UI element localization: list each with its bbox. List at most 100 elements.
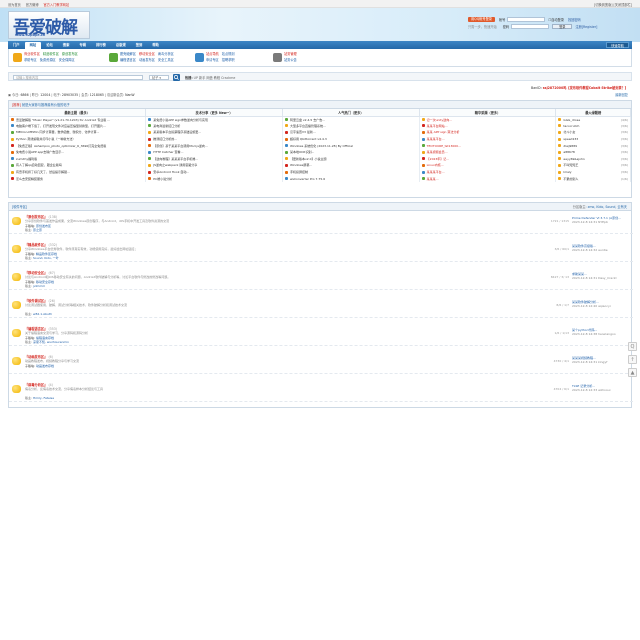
recommend-cell[interactable]: 【更新版本v2.0】小说主题 xyxy=(282,155,420,163)
recommend-cell[interactable]: TEOTOURE_tst13000... xyxy=(419,142,557,149)
ranking-user[interactable]: GGG_drose xyxy=(563,118,580,122)
side-share-icon[interactable]: ↑ xyxy=(628,355,637,364)
register-link[interactable]: 注册[Register] xyxy=(575,24,597,29)
forum-mods-names[interactable]: zmo, Kido, Sound, 云有天 xyxy=(588,205,627,209)
recommend-cell[interactable]: MEIOon.MEWin 同步计算器，数学函数、微积分、化学计算... xyxy=(9,129,147,136)
ranking-cell[interactable]: a88678 (3/6) xyxy=(555,148,631,156)
recommend-col-header[interactable]: 最火绿题榜 xyxy=(555,109,631,117)
recommend-cell[interactable]: zumXhy福利版 xyxy=(9,155,147,163)
recommend-cell[interactable]: 汉字速查V3 最新... xyxy=(282,129,420,136)
sub-link[interactable]: 精品软件区 xyxy=(43,52,59,56)
find-password-link[interactable]: 找回密码 xyxy=(568,17,581,22)
recommend-link[interactable]: 大型多平台直播管理系统... xyxy=(290,124,326,128)
sub-link[interactable]: 动画发布区 xyxy=(139,58,155,62)
hot-search-item[interactable]: 网盘 xyxy=(206,76,212,80)
recommend-link[interactable]: 某电商最新接口分析 xyxy=(153,124,180,128)
recommend-cell[interactable]: Windows 系统优化 (2023.11.28) By Official xyxy=(282,142,420,149)
recommend-link[interactable]: 怎么去安装精装服务 xyxy=(16,177,43,181)
login-button[interactable]: 登录 xyxy=(552,24,573,29)
sub-link[interactable]: 病毒分析区 xyxy=(158,52,174,56)
recommend-cell[interactable]: 电脑客户端下载了，打开发现文件对应是压缩型替换型，打开图片... xyxy=(9,122,147,130)
recommend-link[interactable]: Python 离线编辑并打印小说（一种新方法） xyxy=(16,137,75,141)
recommend-cell[interactable]: 超好用 Qbittorrent v4.4.3 xyxy=(282,135,420,143)
recommend-cell[interactable]: 某某 APP sign 算法分析 xyxy=(419,129,557,136)
qq-login-button[interactable]: 用QQ帐号登录 xyxy=(468,17,495,22)
recommend-link[interactable]: 【免费正版】Ashampoo_photo_optimizer_6_3696打完全… xyxy=(16,144,106,148)
recommend-link[interactable]: HTTP Catcher 查看... xyxy=(153,150,183,154)
recommend-link[interactable]: 【更新版本v2.0】小说主题 xyxy=(290,157,327,161)
ranking-cell[interactable]: GGG_drose (4/6) xyxy=(555,116,631,123)
recommend-link[interactable]: 某某某平台... xyxy=(427,137,445,141)
board-sub-link[interactable]: 原创发布区 xyxy=(36,224,51,228)
board-last-post[interactable]: 某个python代码... 2023-12-8 14:38 herwiangoo xyxy=(572,328,632,336)
site-logo[interactable]: 吾爱破解 www.52pojie.cn xyxy=(8,11,90,39)
nav-portal[interactable]: 门户 xyxy=(8,41,25,49)
recommend-link[interactable]: 吾爱破解版 "Music Player" (v1.21.70.1203) for… xyxy=(16,118,110,122)
newest-member-link[interactable]: NanW xyxy=(125,93,135,97)
ranking-user[interactable]: tacocrutch xyxy=(563,124,579,128)
sub-link[interactable]: 安全工具区 xyxy=(158,58,174,62)
recommend-cell[interactable]: 怎么去安装精装服务 xyxy=(9,175,147,182)
recommend-cell[interactable]: 大型多平台直播管理系统... xyxy=(282,122,420,130)
ranking-user[interactable]: eeyy69&sjohn xyxy=(563,157,584,161)
nav-forum[interactable]: 论坛 xyxy=(41,41,58,49)
recommend-cell[interactable]: JS逆向之webpack 通用思路分享 xyxy=(145,162,283,169)
recommend-cell[interactable]: 某某视频会员... xyxy=(419,148,557,156)
sub-link[interactable]: 求助专区 xyxy=(24,58,37,62)
recommend-link[interactable]: 安卓Android Hook 自动... xyxy=(153,170,189,174)
recommend-link[interactable]: 推测接口分析的... xyxy=(153,137,177,141)
recommend-cell[interactable]: 【逆向教程】某某某平台手机端... xyxy=(145,155,283,163)
recommend-cell[interactable]: 记一次unity逆向... xyxy=(419,116,557,123)
recommend-cell[interactable]: 【2023年】记... xyxy=(419,155,557,163)
recommend-col-header[interactable]: 最新主题（最多） xyxy=(9,109,147,117)
nav-signin[interactable]: 签到 xyxy=(131,41,148,49)
recommend-col-header[interactable]: 人气热门（更多） xyxy=(282,109,420,117)
recommend-link[interactable]: 有人了解qq自动回复，跟企业版吗 xyxy=(16,163,62,167)
username-input[interactable] xyxy=(507,17,546,22)
sub-link[interactable]: 站点导航 xyxy=(206,52,219,56)
board-mod-link[interactable]: w82.1.Abuth xyxy=(33,312,52,316)
nav-site[interactable]: 网站 xyxy=(24,42,42,49)
ranking-cell[interactable]: eeyy69&sjohn (3/6) xyxy=(555,155,631,163)
recommend-link[interactable]: 某某版本平台投票程序基础设施更... xyxy=(153,130,201,134)
recommend-link[interactable]: 记一次unity逆向... xyxy=(427,118,452,122)
recommend-cell[interactable]: 安卓Android Hook 自动... xyxy=(145,168,283,176)
recommend-cell[interactable]: Linux内核... xyxy=(419,162,557,169)
board-last-post[interactable]: 某某某视频教程... 2023-12-8 14:31 kingyf xyxy=(572,356,632,364)
recommend-link[interactable]: 【2023年】记... xyxy=(427,157,450,161)
nav-ranking[interactable]: 排行榜 xyxy=(91,41,111,49)
ranking-cell[interactable]: speed233 (3/6) xyxy=(555,135,631,143)
sub-link[interactable]: 安全保障区 xyxy=(59,58,75,62)
nav-album[interactable]: 专辑 xyxy=(74,41,91,49)
sub-link[interactable]: 站点规则 xyxy=(222,52,235,56)
recommend-cell[interactable]: 某本地OCR识别... xyxy=(282,148,420,156)
board-sub-link[interactable]: 动画发布存档 xyxy=(36,364,54,368)
sub-link[interactable]: 招聘求职 xyxy=(222,58,235,62)
recommend-cell[interactable]: 吾爱破解版 "Music Player" (v1.21.70.1203) for… xyxy=(9,116,147,123)
official-weibo-link[interactable]: 官方微博 xyxy=(26,3,39,7)
sub-link[interactable]: 站务公告 xyxy=(284,58,297,62)
recommend-link[interactable]: 手机投屏控制 xyxy=(290,170,308,174)
recommend-cell[interactable]: 有奇手机拆了好几天了，然后提示解锁... xyxy=(9,168,147,176)
board-last-post[interactable]: 求助某某... 2023-12-8 14:31 Dasy_Crackl xyxy=(572,272,632,280)
ranking-user[interactable]: lmaly xyxy=(563,170,571,174)
recommend-link[interactable]: 某免费小说APP sign参数逆向分析与实现 xyxy=(153,118,208,122)
recommend-cell[interactable]: 某电商最新接口分析 xyxy=(145,122,283,130)
ranking-cell[interactable]: dlwj9889 (3/6) xyxy=(555,142,631,149)
recommend-link[interactable]: 某某某平台... xyxy=(427,170,445,174)
recommend-cell[interactable]: 某某某平台... xyxy=(419,168,557,176)
official-tutorial-link[interactable]: 官方入门教学网站 xyxy=(44,3,70,7)
ranking-cell[interactable]: tacocrutch (3/6) xyxy=(555,122,631,130)
sub-link[interactable]: 站务管理 xyxy=(284,52,297,56)
sub-link[interactable]: 脱壳破解区 xyxy=(120,52,136,56)
recommend-link[interactable]: 有奇手机拆了好几天了，然后提示解锁... xyxy=(16,170,70,174)
sub-link[interactable]: 商业软件区 xyxy=(24,52,40,56)
hot-search-item[interactable]: UP xyxy=(194,76,198,80)
recommend-link[interactable]: 某某某... xyxy=(427,177,439,181)
recommend-cell[interactable]: wsConverter Pro 7.75.6 xyxy=(282,175,420,182)
recommend-cell[interactable]: 【原创】基于某某平台调用Mod.js逆向... xyxy=(145,142,283,149)
side-search-icon[interactable]: Q xyxy=(628,342,637,351)
board-mod-link[interactable]: Sound, Kido, 一叶 xyxy=(33,256,59,260)
recommend-cell[interactable]: Windows屏幕... xyxy=(282,162,420,169)
forum-bar-title[interactable]: [软件专区] xyxy=(12,205,27,209)
